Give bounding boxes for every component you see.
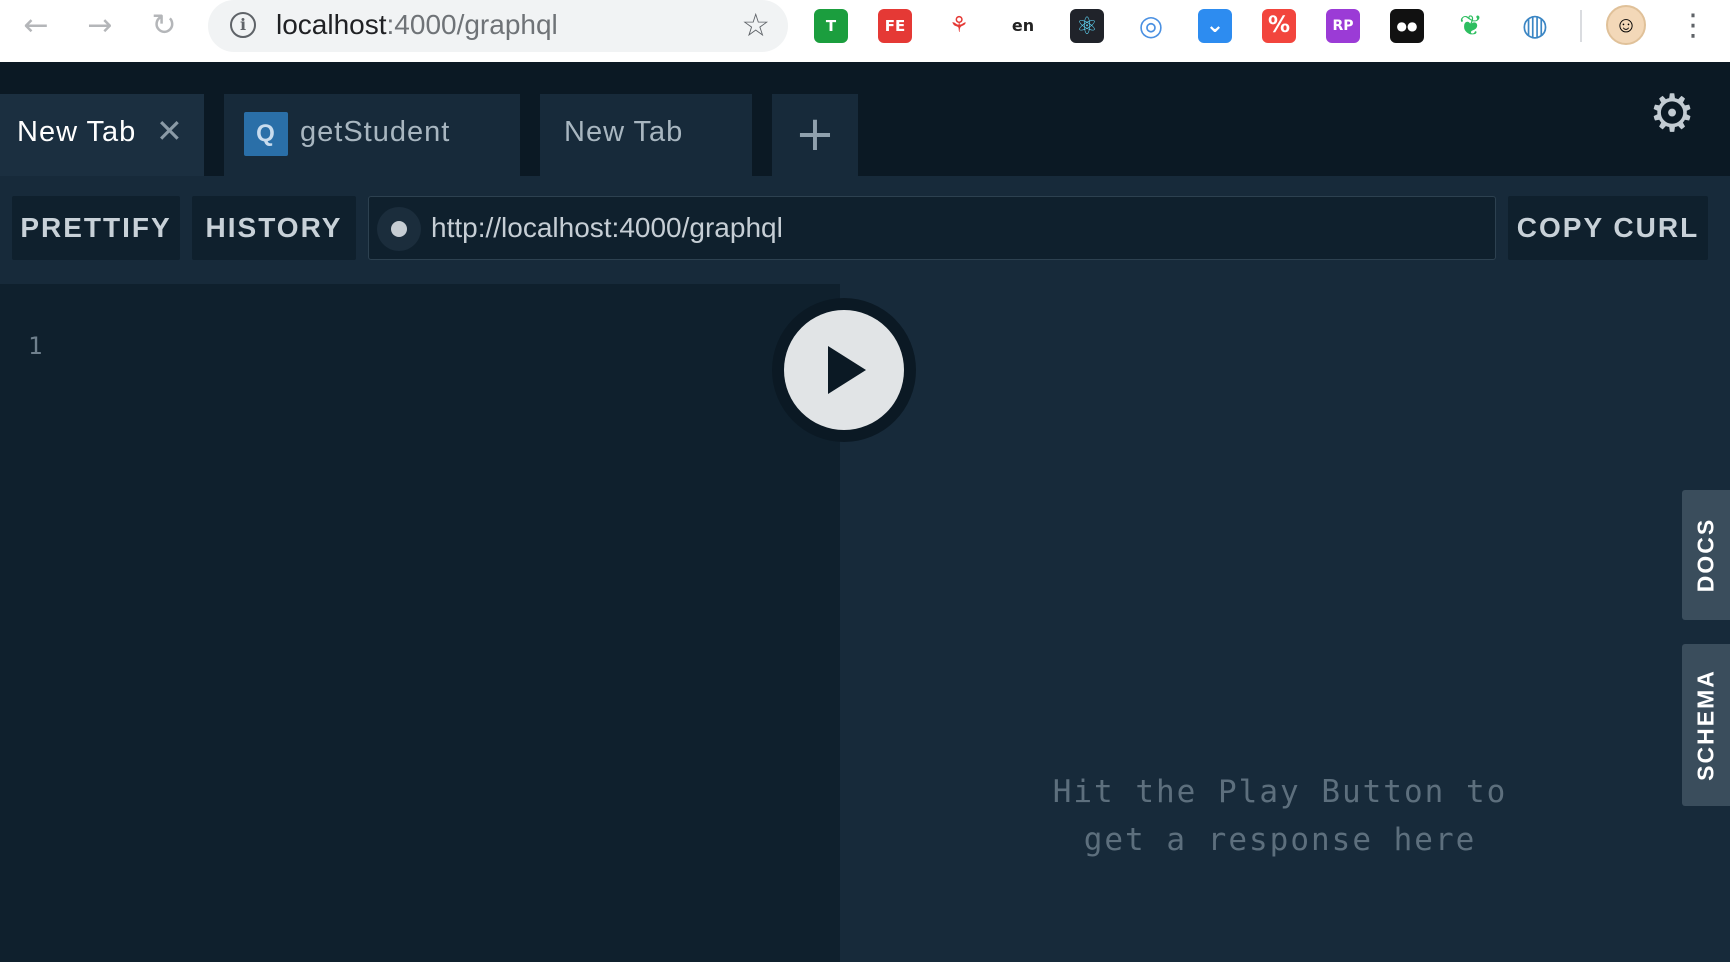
docs-tab[interactable]: DOCS <box>1682 490 1730 620</box>
schema-tab-label: SCHEMA <box>1692 669 1719 781</box>
color-picker-icon[interactable]: ◎ <box>1134 9 1168 43</box>
endpoint-url[interactable]: http://localhost:4000/graphql <box>431 212 783 244</box>
close-icon[interactable]: ✕ <box>156 112 184 150</box>
result-panel: Hit the Play Button to get a response he… <box>840 284 1730 962</box>
tampermonkey-eyes-icon[interactable]: ●● <box>1390 9 1424 43</box>
gear-icon[interactable]: ⚙ <box>1648 88 1696 140</box>
tab-label: New Tab <box>17 116 137 148</box>
reload-icon[interactable]: ↻ <box>146 8 182 44</box>
result-placeholder: Hit the Play Button to get a response he… <box>1052 774 1508 858</box>
query-editor[interactable]: 1 <box>0 284 840 962</box>
status-dot-icon <box>391 221 407 237</box>
tab-label: getStudent <box>300 116 451 148</box>
profile-avatar[interactable]: ☺ <box>1606 5 1646 45</box>
fe-helper-icon[interactable]: FE <box>878 9 912 43</box>
tab-getstudent[interactable]: Q getStudent <box>224 94 520 176</box>
tampermonkey-icon[interactable]: T <box>814 9 848 43</box>
bookmark-star-icon[interactable]: ☆ <box>741 6 770 44</box>
execute-query-button[interactable] <box>772 298 916 442</box>
add-tab-button[interactable]: + <box>772 94 858 176</box>
translate-icon[interactable]: en <box>1006 9 1040 43</box>
editor-toolbar: PRETTIFY HISTORY http://localhost:4000/g… <box>0 176 1730 284</box>
forward-arrow-icon[interactable]: → <box>82 8 118 44</box>
browser-toolbar: ← → ↻ i localhost:4000/graphql ☆ T FE ⚘ … <box>0 0 1730 62</box>
docs-tab-label: DOCS <box>1692 517 1719 593</box>
copy-curl-button[interactable]: COPY CURL <box>1508 196 1708 260</box>
globe-icon[interactable]: ◍ <box>1518 9 1552 43</box>
back-arrow-icon[interactable]: ← <box>18 8 54 44</box>
prettify-button[interactable]: PRETTIFY <box>12 196 180 260</box>
rp-icon[interactable]: RP <box>1326 9 1360 43</box>
query-badge: Q <box>244 112 288 156</box>
play-icon <box>828 346 866 394</box>
more-menu-icon[interactable]: ⋮ <box>1678 6 1708 46</box>
history-button[interactable]: HISTORY <box>192 196 356 260</box>
address-bar[interactable]: i localhost:4000/graphql ☆ <box>208 0 788 52</box>
line-number: 1 <box>28 332 43 360</box>
network-icon[interactable]: ⚘ <box>942 9 976 43</box>
connection-status <box>377 207 421 251</box>
evernote-icon[interactable]: ❦ <box>1454 9 1488 43</box>
address-bar-url[interactable]: localhost:4000/graphql <box>276 9 558 41</box>
schema-tab[interactable]: SCHEMA <box>1682 644 1730 806</box>
info-icon[interactable]: i <box>230 12 256 38</box>
toolbar-divider <box>1580 10 1582 42</box>
tab-bar: New Tab ✕ Q getStudent New Tab + ⚙ <box>0 62 1730 176</box>
tab-new-tab[interactable]: New Tab <box>540 94 752 176</box>
percent-icon[interactable]: % <box>1262 9 1296 43</box>
play-button[interactable] <box>784 310 904 430</box>
graphql-playground: New Tab ✕ Q getStudent New Tab + ⚙ PRETT… <box>0 62 1730 962</box>
tab-new-tab-active[interactable]: New Tab ✕ <box>0 94 204 176</box>
endpoint-input[interactable]: http://localhost:4000/graphql <box>368 196 1496 260</box>
tab-label: New Tab <box>564 116 684 148</box>
react-devtools-icon[interactable]: ⚛ <box>1070 9 1104 43</box>
pocket-icon[interactable]: ⌄ <box>1198 9 1232 43</box>
